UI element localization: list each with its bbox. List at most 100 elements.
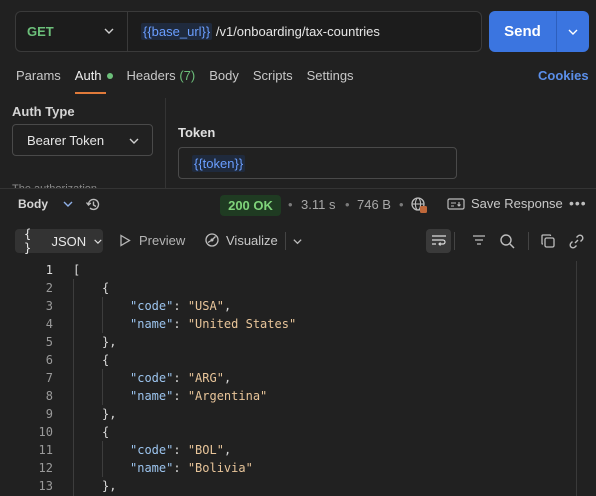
code-line: 1[ bbox=[0, 261, 575, 279]
json-comma: , bbox=[223, 299, 232, 313]
response-size[interactable]: 746 B bbox=[357, 197, 391, 212]
line-number: 10 bbox=[38, 425, 53, 439]
wrap-lines-icon bbox=[431, 235, 446, 246]
code-line: 5}, bbox=[0, 333, 575, 351]
toolbar-divider bbox=[454, 232, 455, 250]
link-icon[interactable] bbox=[568, 233, 585, 250]
json-key: "code" bbox=[130, 443, 174, 457]
request-tabs: Params Auth Headers (7) Body Scripts Set… bbox=[16, 68, 368, 94]
vertical-scrollbar[interactable] bbox=[576, 261, 577, 496]
tab-label: Scripts bbox=[252, 68, 293, 83]
visualize-label: Visualize bbox=[226, 232, 278, 248]
url-variable: {{base_url}} bbox=[141, 23, 213, 40]
token-input[interactable]: {{token}} bbox=[178, 147, 457, 179]
filter-icon[interactable] bbox=[471, 233, 487, 249]
visualize-icon bbox=[205, 233, 219, 247]
line-number: 2 bbox=[45, 281, 53, 295]
json-value: "United States" bbox=[187, 317, 297, 331]
json-value: "BOL" bbox=[187, 443, 224, 457]
line-number: 7 bbox=[45, 371, 53, 385]
tab-body[interactable]: Body bbox=[209, 68, 239, 94]
auth-type-select[interactable]: Bearer Token bbox=[12, 124, 153, 156]
tab-label: Body bbox=[209, 68, 239, 83]
wrap-lines-button[interactable] bbox=[426, 229, 451, 253]
send-options-button[interactable] bbox=[557, 26, 589, 38]
braces-icon: { } bbox=[24, 227, 32, 255]
url-path: /v1/onboarding/tax-countries bbox=[212, 24, 380, 39]
code-text: { bbox=[102, 281, 110, 295]
code-text: }, bbox=[102, 479, 117, 493]
format-label: JSON bbox=[51, 233, 87, 249]
send-label: Send bbox=[504, 23, 541, 40]
chevron-down-icon[interactable] bbox=[292, 236, 303, 247]
json-comma: , bbox=[223, 371, 232, 385]
json-value: "Argentina" bbox=[187, 389, 268, 403]
preview-button[interactable]: Preview bbox=[119, 233, 185, 248]
code-line: 3 "code": "USA", bbox=[0, 297, 575, 315]
url-input[interactable]: {{base_url}} /v1/onboarding/tax-countrie… bbox=[128, 23, 380, 40]
toolbar-divider bbox=[528, 232, 529, 250]
save-response-button[interactable]: Save Response bbox=[447, 196, 563, 211]
json-value: "USA" bbox=[187, 299, 224, 313]
network-globe-icon[interactable] bbox=[410, 196, 428, 214]
tab-label: Params bbox=[16, 68, 61, 83]
line-number: 8 bbox=[45, 389, 53, 403]
code-text: "name": "United States" bbox=[130, 317, 297, 331]
chevron-down-icon bbox=[568, 29, 578, 35]
search-icon[interactable] bbox=[499, 233, 516, 250]
visualize-button[interactable]: Visualize bbox=[204, 232, 278, 248]
play-icon bbox=[120, 234, 131, 247]
token-variable: {{token}} bbox=[192, 154, 246, 172]
preview-label: Preview bbox=[139, 233, 186, 248]
cookies-link[interactable]: Cookies bbox=[538, 68, 589, 83]
code-text: }, bbox=[102, 335, 117, 349]
code-text: { bbox=[102, 425, 110, 439]
panel-divider[interactable] bbox=[165, 98, 166, 188]
tab-label: Settings bbox=[306, 68, 354, 83]
more-options-icon[interactable]: ••• bbox=[569, 195, 587, 211]
copy-icon[interactable] bbox=[540, 233, 556, 249]
format-select[interactable]: { } JSON bbox=[15, 227, 103, 255]
url-bar: GET {{base_url}} /v1/onboarding/tax-coun… bbox=[15, 11, 482, 52]
json-value: "Bolivia" bbox=[187, 461, 253, 475]
code-text: "name": "Bolivia" bbox=[130, 461, 253, 475]
response-divider[interactable] bbox=[0, 188, 596, 189]
send-button[interactable]: Send bbox=[489, 11, 589, 52]
code-text: }, bbox=[102, 407, 117, 421]
code-line: 9}, bbox=[0, 405, 575, 423]
code-text: [ bbox=[73, 263, 81, 277]
json-key: "code" bbox=[130, 299, 174, 313]
status-badge: 200 OK bbox=[220, 195, 281, 216]
code-line: 2{ bbox=[0, 279, 575, 297]
code-line: 13}, bbox=[0, 477, 575, 495]
response-code-editor[interactable]: 1[ 2{ 3 "code": "USA", 4 "name": "United S… bbox=[0, 261, 575, 496]
line-number: 13 bbox=[38, 479, 53, 493]
tab-params[interactable]: Params bbox=[16, 68, 61, 94]
method-select[interactable]: GET bbox=[16, 12, 128, 51]
tab-label: Headers bbox=[126, 68, 176, 83]
tab-auth[interactable]: Auth bbox=[74, 68, 113, 94]
headers-count: (7) bbox=[179, 68, 196, 83]
chevron-down-icon bbox=[63, 201, 73, 207]
response-body-select[interactable]: Body bbox=[18, 197, 74, 211]
tab-headers[interactable]: Headers (7) bbox=[127, 68, 196, 94]
separator-dot: • bbox=[399, 197, 404, 212]
response-time[interactable]: 3.11 s bbox=[301, 197, 335, 212]
code-line: 8 "name": "Argentina" bbox=[0, 387, 575, 405]
history-icon[interactable] bbox=[85, 196, 102, 213]
code-line: 10 { bbox=[0, 423, 575, 441]
tab-scripts[interactable]: Scripts bbox=[253, 68, 293, 94]
code-text: { bbox=[102, 353, 110, 367]
line-number: 4 bbox=[45, 317, 53, 331]
toolbar-divider bbox=[285, 232, 286, 250]
token-label: Token bbox=[178, 125, 216, 140]
code-line: 12 "name": "Bolivia" bbox=[0, 459, 575, 477]
method-label: GET bbox=[27, 24, 54, 39]
tab-settings[interactable]: Settings bbox=[307, 68, 354, 94]
json-key: "name" bbox=[130, 317, 174, 331]
json-value: "ARG" bbox=[187, 371, 224, 385]
json-key: "name" bbox=[130, 461, 174, 475]
line-number: 1 bbox=[45, 263, 53, 277]
auth-type-value: Bearer Token bbox=[27, 132, 105, 148]
code-text: "code": "BOL", bbox=[130, 443, 232, 457]
